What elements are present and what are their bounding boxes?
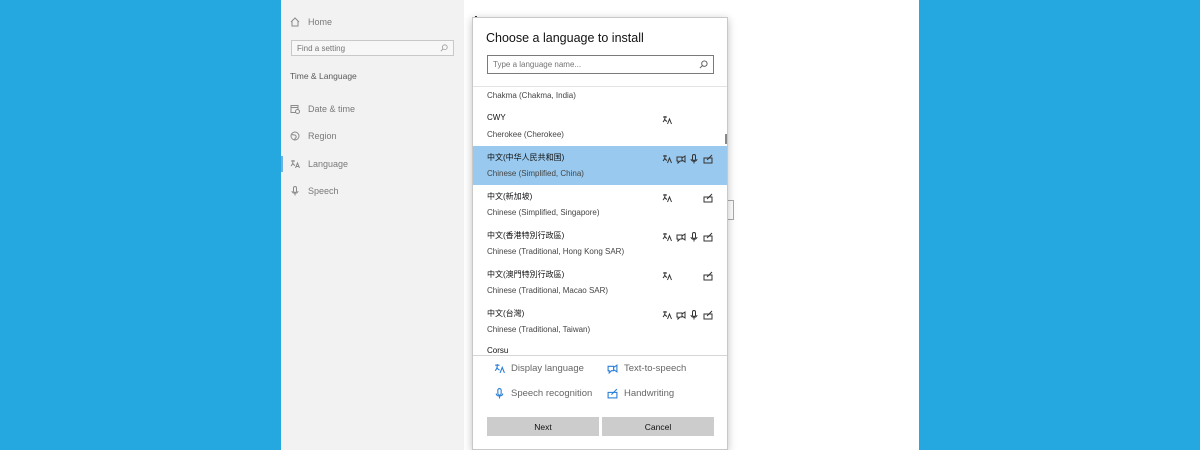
language-native-name: 中文(香港特別行政區): [487, 231, 565, 240]
speech-recognition-icon: [689, 310, 699, 320]
choose-language-dialog: Choose a language to install Chakma (Cha…: [472, 17, 728, 450]
text-to-speech-icon: [676, 154, 686, 164]
legend-label: Handwriting: [624, 388, 675, 399]
legend-label: Display language: [511, 363, 584, 374]
microphone-icon: [290, 186, 300, 196]
display-language-icon: [662, 310, 672, 320]
display-language-icon: [662, 193, 672, 203]
legend-handwriting: Handwriting: [607, 388, 674, 399]
language-row-chinese-traditional-hong-kong[interactable]: 中文(香港特別行政區) Chinese (Traditional, Hong K…: [473, 224, 727, 263]
speech-recognition-icon: [689, 154, 699, 164]
speech-recognition-icon: [689, 232, 699, 242]
section-title: Time & Language: [290, 71, 357, 81]
language-row-cherokee[interactable]: CWY Cherokee (Cherokee): [473, 107, 727, 146]
language-row-chinese-simplified-singapore[interactable]: 中文(新加坡) Chinese (Simplified, Singapore): [473, 185, 727, 224]
speech-recognition-icon: [494, 388, 505, 399]
background-control-edge: [728, 200, 734, 220]
sidebar-item-label: Region: [308, 131, 337, 141]
display-language-icon: [662, 154, 672, 164]
list-divider: [473, 355, 727, 356]
handwriting-icon: [703, 193, 713, 203]
search-icon[interactable]: [440, 44, 448, 52]
legend-label: Speech recognition: [511, 388, 593, 399]
sidebar-item-speech[interactable]: Speech: [290, 181, 339, 201]
home-label: Home: [308, 17, 333, 27]
list-scrollbar[interactable]: [725, 134, 727, 144]
settings-sidebar: Home Time & Language Date & time Region: [281, 0, 464, 450]
language-row-chinese-traditional-macao[interactable]: 中文(澳門特別行政區) Chinese (Traditional, Macao …: [473, 263, 727, 302]
language-list[interactable]: Chakma (Chakma, India) CWY Cherokee (Che…: [473, 87, 727, 355]
language-search-input[interactable]: [493, 60, 699, 69]
sidebar-item-label: Language: [308, 159, 349, 169]
language-icon: [290, 159, 300, 169]
display-language-icon: [494, 363, 505, 374]
calendar-clock-icon: [290, 104, 300, 114]
language-english-name: Chinese (Traditional, Hong Kong SAR): [487, 247, 625, 256]
handwriting-icon: [703, 271, 713, 281]
globe-icon: [290, 131, 300, 141]
legend-display-language: Display language: [494, 363, 584, 374]
sidebar-item-language[interactable]: Language: [290, 154, 348, 174]
search-icon[interactable]: [699, 60, 708, 69]
language-english-name: Chinese (Simplified, China): [487, 169, 584, 178]
sidebar-item-region[interactable]: Region: [290, 126, 337, 146]
language-native-name: 中文(中华人民共和国): [487, 153, 565, 162]
legend-label: Text-to-speech: [624, 363, 687, 374]
list-item-partial-bottom[interactable]: Corsu: [487, 346, 508, 355]
language-row-chinese-traditional-taiwan[interactable]: 中文(台灣) Chinese (Traditional, Taiwan): [473, 302, 727, 341]
display-language-icon: [662, 232, 672, 242]
display-language-icon: [662, 271, 672, 281]
sidebar-item-label: Date & time: [308, 104, 356, 114]
text-to-speech-icon: [607, 363, 618, 374]
language-native-name: 中文(新加坡): [487, 192, 533, 201]
sidebar-item-label: Speech: [308, 186, 339, 196]
sidebar-home[interactable]: Home: [290, 12, 332, 32]
legend-speech-recognition: Speech recognition: [494, 388, 592, 399]
language-english-name: Chinese (Traditional, Macao SAR): [487, 286, 609, 295]
language-row-chinese-simplified-china[interactable]: 中文(中华人民共和国) Chinese (Simplified, China): [473, 146, 727, 185]
dialog-title: Choose a language to install: [486, 31, 644, 45]
language-native-name: 中文(澳門特別行政區): [487, 270, 565, 279]
next-button[interactable]: Next: [487, 417, 599, 436]
sidebar-item-date-time[interactable]: Date & time: [290, 99, 355, 119]
handwriting-icon: [703, 232, 713, 242]
language-native-name: 中文(台灣): [487, 309, 525, 318]
active-nav-indicator: [281, 156, 283, 172]
home-icon: [290, 17, 300, 27]
handwriting-icon: [703, 310, 713, 320]
language-english-name: Cherokee (Cherokee): [487, 130, 564, 139]
handwriting-icon: [703, 154, 713, 164]
list-item-partial-top[interactable]: Chakma (Chakma, India): [487, 91, 576, 100]
display-language-icon: [662, 115, 672, 125]
language-english-name: Chinese (Simplified, Singapore): [487, 208, 600, 217]
find-setting-search[interactable]: [291, 40, 454, 56]
language-english-name: Chinese (Traditional, Taiwan): [487, 325, 591, 334]
handwriting-icon: [607, 388, 618, 399]
cancel-button[interactable]: Cancel: [602, 417, 714, 436]
language-search[interactable]: [487, 55, 714, 74]
text-to-speech-icon: [676, 232, 686, 242]
find-setting-input[interactable]: [297, 43, 440, 53]
legend-text-to-speech: Text-to-speech: [607, 363, 686, 374]
text-to-speech-icon: [676, 310, 686, 320]
language-native-name: CWY: [487, 113, 506, 122]
